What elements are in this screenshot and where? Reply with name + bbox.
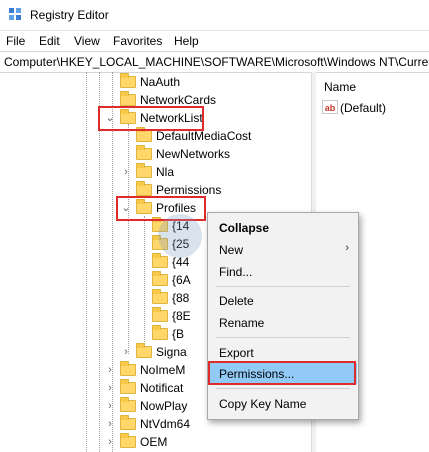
menu-item-label: Delete (219, 294, 254, 308)
context-menu: Collapse New › Find... Delete Rename Exp… (207, 212, 359, 420)
tree-guide-line (128, 124, 129, 354)
menu-view[interactable]: View (74, 34, 100, 48)
tree-item-label: NoImeM (140, 363, 186, 377)
menu-item-new[interactable]: New › (209, 239, 357, 260)
chevron-right-icon[interactable]: › (104, 363, 116, 377)
folder-icon (152, 217, 168, 232)
registry-editor-icon (9, 8, 21, 20)
folder-icon (120, 433, 136, 448)
folder-icon (120, 91, 136, 106)
tree-guide-line (144, 216, 145, 346)
string-value-icon: ab (322, 100, 338, 114)
folder-icon (152, 235, 168, 250)
value-name: (Default) (340, 101, 387, 115)
folder-icon (152, 307, 168, 322)
title-bar: Registry Editor (0, 0, 429, 31)
menu-item-export[interactable]: Export (209, 342, 357, 363)
menu-item-label: New (219, 243, 244, 257)
menu-bar: File Edit View Favorites Help (0, 31, 429, 51)
folder-icon (152, 325, 168, 340)
menu-item-label: Rename (219, 316, 265, 330)
folder-icon (152, 253, 168, 268)
highlight-networklist (98, 106, 204, 131)
chevron-right-icon[interactable]: › (120, 165, 132, 179)
menu-separator (216, 337, 350, 338)
tree-item-label: Signa (156, 345, 187, 359)
tree-item-label: NewNetworks (156, 147, 231, 161)
window-title: Registry Editor (30, 8, 109, 22)
tree-item-label: {8E (172, 309, 191, 323)
chevron-right-icon[interactable]: › (120, 345, 132, 359)
folder-icon (152, 289, 168, 304)
address-bar[interactable]: Computer\HKEY_LOCAL_MACHINE\SOFTWARE\Mic… (0, 51, 429, 73)
highlight-profiles (116, 196, 206, 221)
folder-icon (120, 73, 136, 88)
menu-edit[interactable]: Edit (39, 34, 60, 48)
folder-icon (152, 271, 168, 286)
menu-item-collapse[interactable]: Collapse (209, 217, 357, 238)
folder-icon (136, 127, 152, 142)
menu-item-find[interactable]: Find... (209, 261, 357, 282)
submenu-arrow-icon: › (345, 242, 349, 254)
tree-item-label: OEM (140, 435, 168, 449)
chevron-right-icon[interactable]: › (104, 399, 116, 413)
menu-item-delete[interactable]: Delete (209, 290, 357, 311)
menu-separator (216, 388, 350, 389)
tree-item-label: NaAuth (140, 75, 181, 89)
menu-item-label: Find... (219, 265, 253, 279)
tree-item-label: {44 (172, 255, 190, 269)
folder-icon (120, 415, 136, 430)
tree-item-label: {25 (172, 237, 190, 251)
column-header-name[interactable]: Name (324, 80, 356, 94)
tree-item-label: {B (172, 327, 185, 341)
tree-item-label: Permissions (156, 183, 222, 197)
menu-file[interactable]: File (6, 34, 25, 48)
folder-icon (136, 145, 152, 160)
menu-help[interactable]: Help (174, 34, 199, 48)
folder-icon (136, 163, 152, 178)
tree-item-label: {6A (172, 273, 191, 287)
folder-icon (136, 343, 152, 358)
menu-separator (216, 286, 350, 287)
tree-item-label: Nla (156, 165, 175, 179)
tree-item-label: Notificat (140, 381, 184, 395)
folder-icon (120, 379, 136, 394)
menu-item-rename[interactable]: Rename (209, 312, 357, 333)
chevron-right-icon[interactable]: › (104, 417, 116, 431)
folder-icon (136, 181, 152, 196)
chevron-right-icon[interactable]: › (104, 381, 116, 395)
menu-favorites[interactable]: Favorites (113, 34, 162, 48)
address-path[interactable]: Computer\HKEY_LOCAL_MACHINE\SOFTWARE\Mic… (4, 55, 429, 69)
menu-item-copy-key-name[interactable]: Copy Key Name (209, 393, 357, 414)
menu-item-label: Collapse (219, 221, 270, 235)
tree-item-label: NtVdm64 (140, 417, 191, 431)
tree-item-label: DefaultMediaCost (156, 129, 252, 143)
menu-item-label: Copy Key Name (219, 397, 307, 411)
tree-item-label: {88 (172, 291, 190, 305)
tree-item-label: {14 (172, 219, 190, 233)
tree-item-label: NowPlay (140, 399, 188, 413)
menu-item-label: Export (219, 346, 254, 360)
tree-item-label: NetworkCards (140, 93, 217, 107)
folder-icon (120, 361, 136, 376)
highlight-permissions (208, 361, 356, 385)
folder-icon (120, 397, 136, 412)
chevron-right-icon[interactable]: › (104, 435, 116, 449)
tree-guide-line (86, 72, 87, 452)
